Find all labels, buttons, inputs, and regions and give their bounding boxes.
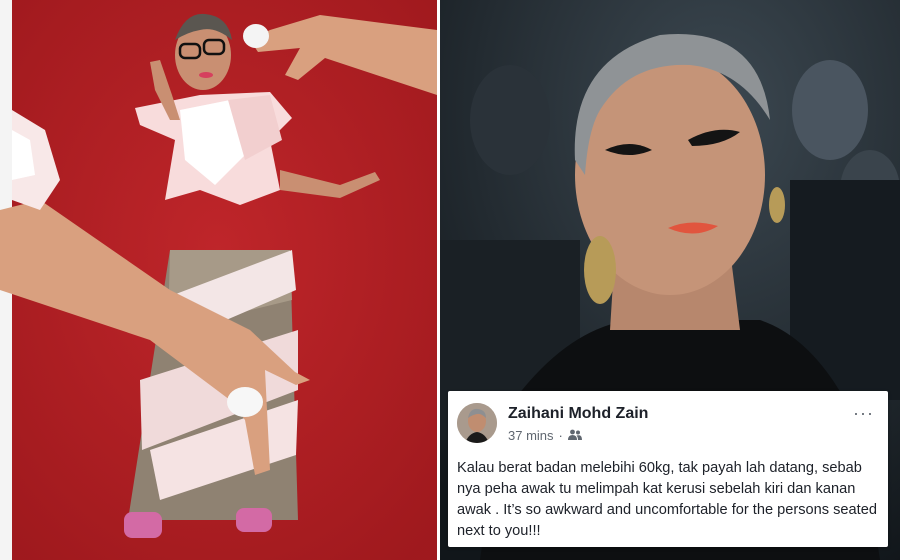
author-name[interactable]: Zaihani Mohd Zain: [508, 405, 648, 423]
friends-icon[interactable]: [567, 428, 582, 443]
fashion-photo: [0, 0, 437, 560]
avatar[interactable]: [457, 403, 497, 443]
post-body-text: Kalau berat badan melebihi 60kg, tak pay…: [457, 460, 877, 539]
post-timestamp[interactable]: 37 mins: [508, 428, 554, 443]
post-meta: 37 mins ·: [508, 428, 582, 443]
social-post-card: Zaihani Mohd Zain 37 mins · ··· Kalau be…: [448, 391, 888, 547]
meta-separator: ·: [558, 428, 563, 443]
more-options-icon[interactable]: ···: [853, 403, 874, 424]
